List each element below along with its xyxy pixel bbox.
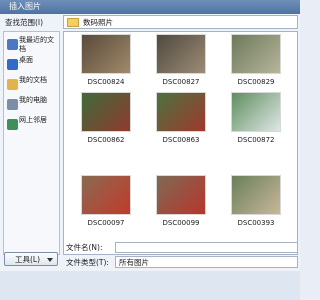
photo-thumbnail	[156, 175, 206, 215]
thumbnail-caption: DSC00862	[87, 136, 125, 144]
thumbnail-item[interactable]: DSC00099	[148, 175, 214, 228]
dropdown-arrow-icon	[47, 258, 53, 262]
photo-thumbnail	[231, 92, 281, 132]
bottom-bar	[0, 271, 300, 300]
thumbnail-caption: DSC00393	[237, 219, 275, 227]
places-bar: 我最近的文档 桌面 我的文档 我的电脑 网上邻居	[3, 31, 60, 255]
thumbnail-caption: DSC00827	[162, 78, 200, 86]
thumbnail-item[interactable]: DSC00097	[73, 175, 139, 228]
my-computer-icon	[7, 99, 18, 110]
file-name-input[interactable]	[115, 242, 298, 253]
place-recent-documents[interactable]: 我最近的文档	[6, 36, 58, 54]
thumbnail-caption: DSC00863	[162, 136, 200, 144]
look-in-dropdown[interactable]: 数码照片	[63, 15, 298, 29]
tools-button[interactable]: 工具(L)	[4, 252, 58, 266]
place-label: 我的文档	[19, 76, 47, 84]
thumbnail-caption: DSC00872	[237, 136, 275, 144]
photo-thumbnail	[156, 92, 206, 132]
thumbnail-item[interactable]: DSC00829	[223, 34, 289, 87]
place-my-computer[interactable]: 我的电脑	[6, 96, 58, 114]
file-type-select[interactable]: 所有图片	[115, 256, 298, 268]
photo-thumbnail	[81, 34, 131, 74]
thumbnail-caption: DSC00097	[87, 219, 125, 227]
network-places-icon	[7, 119, 18, 130]
place-label: 我最近的文档	[19, 36, 54, 53]
thumbnail-item[interactable]: DSC00824	[73, 34, 139, 87]
title-bar: 插入图片	[0, 0, 300, 14]
photo-thumbnail	[231, 34, 281, 74]
file-type-label: 文件类型(T):	[66, 258, 109, 267]
my-documents-icon	[7, 79, 18, 90]
place-my-documents[interactable]: 我的文档	[6, 76, 58, 94]
photo-thumbnail	[156, 34, 206, 74]
look-in-value: 数码照片	[83, 18, 113, 27]
insert-picture-dialog: 插入图片 查找范围(I) 数码照片 我最近的文档 桌面 我的文档 我的电脑 网上…	[0, 0, 300, 300]
look-in-label: 查找范围(I)	[5, 18, 44, 27]
place-network-places[interactable]: 网上邻居	[6, 116, 58, 134]
place-label: 网上邻居	[19, 116, 47, 124]
thumbnail-caption: DSC00099	[162, 219, 200, 227]
thumbnail-item[interactable]: DSC00872	[223, 92, 289, 145]
window-title: 插入图片	[9, 2, 41, 11]
recent-documents-icon	[7, 39, 18, 50]
file-thumbnail-view: DSC00824 DSC00827 DSC00829 DSC00862 DSC0…	[63, 31, 298, 255]
place-label: 我的电脑	[19, 96, 47, 104]
desktop-icon	[7, 59, 18, 70]
photo-thumbnail	[81, 92, 131, 132]
tools-label: 工具(L)	[15, 255, 41, 264]
place-desktop[interactable]: 桌面	[6, 56, 58, 74]
thumbnail-item[interactable]: DSC00863	[148, 92, 214, 145]
thumbnail-item[interactable]: DSC00393	[223, 175, 289, 228]
photo-thumbnail	[81, 175, 131, 215]
thumbnail-caption: DSC00824	[87, 78, 125, 86]
thumbnail-item[interactable]: DSC00827	[148, 34, 214, 87]
file-type-value: 所有图片	[119, 258, 149, 267]
photo-thumbnail	[231, 175, 281, 215]
file-name-label: 文件名(N):	[66, 243, 103, 252]
thumbnail-item[interactable]: DSC00862	[73, 92, 139, 145]
place-label: 桌面	[19, 56, 33, 64]
folder-icon	[67, 18, 79, 27]
thumbnail-caption: DSC00829	[237, 78, 275, 86]
